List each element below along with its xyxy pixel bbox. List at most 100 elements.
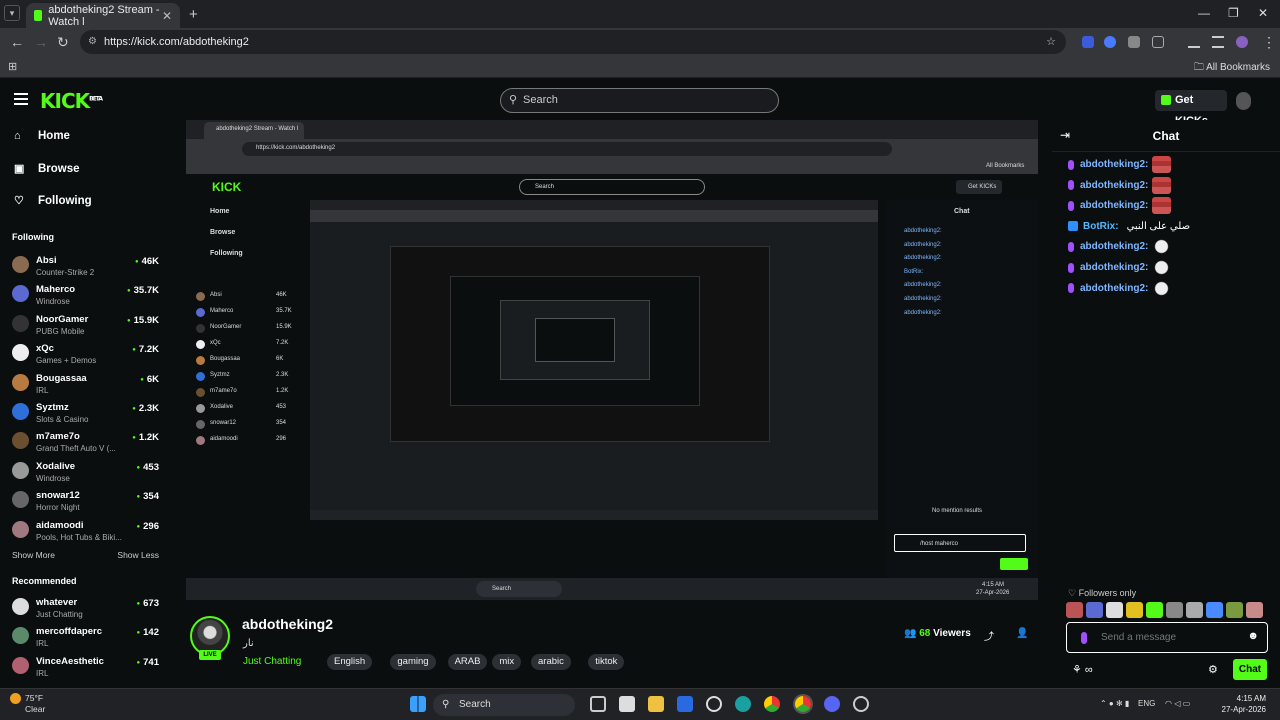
show-more-row: Show More Show Less (12, 550, 162, 560)
wifi-icon[interactable]: ◠ ◁ ▭ (1165, 699, 1190, 708)
emoji-picker-icon[interactable]: ☻ (1247, 630, 1259, 642)
app-icon[interactable] (619, 696, 635, 712)
back-icon[interactable]: ← (10, 34, 24, 50)
show-more-button[interactable]: Show More (12, 550, 55, 560)
video-player[interactable]: abdotheking2 Stream - Watch l https://ki… (186, 120, 1038, 600)
chat-message-input[interactable]: Send a message ☻ (1066, 622, 1268, 653)
stream-tag[interactable]: ARAB (447, 654, 488, 670)
chat-username[interactable]: abdotheking2: (1080, 283, 1148, 294)
emote-icon[interactable] (1086, 602, 1103, 618)
url-bar[interactable]: ⚙ https://kick.com/abdotheking2 ☆ (80, 30, 1066, 54)
channel-category: Grand Theft Auto V (... (36, 444, 116, 454)
windows-start-icon[interactable] (410, 696, 426, 712)
minimize-icon[interactable]: — (1198, 6, 1210, 20)
forward-icon[interactable]: → (34, 34, 48, 50)
chat-username[interactable]: abdotheking2: (1080, 200, 1148, 211)
emote-icon[interactable] (1206, 602, 1223, 618)
file-explorer-icon[interactable] (648, 696, 664, 712)
share-icon[interactable]: ⤴ (984, 628, 994, 643)
tray-icons[interactable]: ⌃ ● ✻ ▮ (1100, 699, 1129, 708)
stream-tag[interactable]: arabic (531, 654, 571, 670)
sidebar-channel[interactable]: Absi Counter-Strike 2 46K (12, 252, 162, 279)
kick-logo[interactable]: KICKBETA (40, 89, 103, 113)
chat-username[interactable]: abdotheking2: (1080, 159, 1148, 170)
nav-home[interactable]: ⌂ Home (14, 130, 70, 142)
user-avatar[interactable] (1236, 92, 1251, 110)
sidebar-channel[interactable]: BougassaaIRL 6K (12, 370, 162, 397)
hamburger-menu-icon[interactable] (14, 93, 28, 108)
tab-close-icon[interactable]: ✕ (162, 9, 172, 23)
site-info-icon[interactable]: ⚙ (88, 30, 97, 54)
apps-grid-icon[interactable]: ⊞ (8, 60, 17, 73)
emote-icon[interactable] (1066, 602, 1083, 618)
emote-icon[interactable] (1246, 602, 1263, 618)
streamer-name[interactable]: abdotheking2 (242, 616, 333, 632)
emote-icon[interactable] (1146, 602, 1163, 618)
show-less-button[interactable]: Show Less (117, 550, 159, 560)
task-view-icon[interactable] (590, 696, 606, 712)
taskbar-search[interactable]: ⚲ Search (433, 694, 575, 716)
sidebar-channel[interactable]: m7ame7oGrand Theft Auto V (... 1.2K (12, 428, 162, 455)
follow-icon[interactable]: 👤 (1016, 628, 1028, 639)
extensions-puzzle-icon[interactable] (1152, 36, 1164, 48)
edge-icon[interactable] (735, 696, 751, 712)
sidebar-channel[interactable]: NoorGamerPUBG Mobile 15.9K (12, 311, 162, 338)
menu-kebab-icon[interactable]: ⋮ (1262, 34, 1276, 51)
chat-username[interactable]: BotRix: (1083, 221, 1119, 232)
reload-icon[interactable]: ↻ (57, 34, 69, 51)
sidebar-channel[interactable]: Syztmz Slots & Casino 2.3K (12, 399, 162, 426)
shield-icon[interactable] (1128, 36, 1140, 48)
recommended-channel[interactable]: whatever Just Chatting 673 (12, 594, 162, 621)
bookmark-star-icon[interactable]: ☆ (1046, 30, 1056, 54)
tab-active[interactable]: abdotheking2 Stream - Watch l ✕ (26, 3, 180, 28)
all-bookmarks-button[interactable]: 🗀 All Bookmarks (1194, 60, 1270, 77)
channel-category: IRL (36, 668, 49, 678)
window-close-icon[interactable]: ✕ (1258, 6, 1268, 20)
weather-widget[interactable]: 75°F Clear (10, 693, 45, 714)
discord-icon[interactable] (824, 696, 840, 712)
kick-favicon-icon (34, 10, 43, 21)
get-kicks-button[interactable]: Get KICKs (1155, 90, 1227, 127)
tab-search-icon[interactable]: ▾ (4, 5, 20, 21)
chat-settings-icon[interactable]: ⚙ (1208, 663, 1218, 676)
download-icon[interactable] (1188, 36, 1200, 48)
emote-icon[interactable] (1186, 602, 1203, 618)
sidebar-channel[interactable]: xQcGames + Demos 7.2K (12, 340, 162, 367)
extension-icon[interactable] (1082, 36, 1094, 48)
stream-tag[interactable]: tiktok (588, 654, 625, 670)
nav-following[interactable]: ♡ Following (14, 194, 92, 208)
new-tab-icon[interactable]: + (189, 6, 198, 23)
chat-tools-icon[interactable]: ⚘ ∞ (1072, 663, 1093, 676)
chat-username[interactable]: abdotheking2: (1080, 262, 1148, 273)
stream-tag[interactable]: mix (492, 654, 522, 670)
sidebar-channel[interactable]: aidamoodiPools, Hot Tubs & Biki... 296 (12, 517, 162, 544)
maximize-icon[interactable]: ❐ (1228, 6, 1239, 20)
extension-icon[interactable] (1104, 36, 1116, 48)
chrome-icon[interactable] (764, 696, 780, 712)
chat-username[interactable]: abdotheking2: (1080, 241, 1148, 252)
sidebar-channel[interactable]: XodaliveWindrose 453 (12, 458, 162, 485)
stream-tag[interactable]: English (327, 654, 373, 670)
chrome-active-icon[interactable] (795, 696, 811, 712)
sidebar-channel[interactable]: snowar12Horror Night 354 (12, 487, 162, 514)
clock[interactable]: 4:15 AM 27-Apr-2026 (1206, 693, 1266, 715)
emote-icon[interactable] (1126, 602, 1143, 618)
sidebar-channel[interactable]: MahercoWindrose 35.7K (12, 281, 162, 308)
obs-icon[interactable] (853, 696, 869, 712)
emote-icon[interactable] (1166, 602, 1183, 618)
chatgpt-icon[interactable] (706, 696, 722, 712)
emote-icon[interactable] (1106, 602, 1123, 618)
nav-browse[interactable]: ▣ Browse (14, 162, 80, 176)
chat-username[interactable]: abdotheking2: (1080, 180, 1148, 191)
stream-category[interactable]: Just Chatting (243, 656, 301, 667)
stream-tag[interactable]: gaming (390, 654, 436, 670)
emote-icon[interactable] (1226, 602, 1243, 618)
app-icon[interactable] (677, 696, 693, 712)
send-chat-button[interactable]: Chat (1233, 659, 1267, 680)
reading-list-icon[interactable] (1212, 36, 1224, 48)
language-indicator[interactable]: ENG (1138, 699, 1155, 708)
recommended-channel[interactable]: VinceAestheticIRL 741 (12, 653, 162, 680)
search-input[interactable]: ⚲ Search (500, 88, 779, 113)
recommended-channel[interactable]: mercoffdapercIRL 142 (12, 623, 162, 650)
profile-avatar-icon[interactable] (1236, 36, 1248, 48)
